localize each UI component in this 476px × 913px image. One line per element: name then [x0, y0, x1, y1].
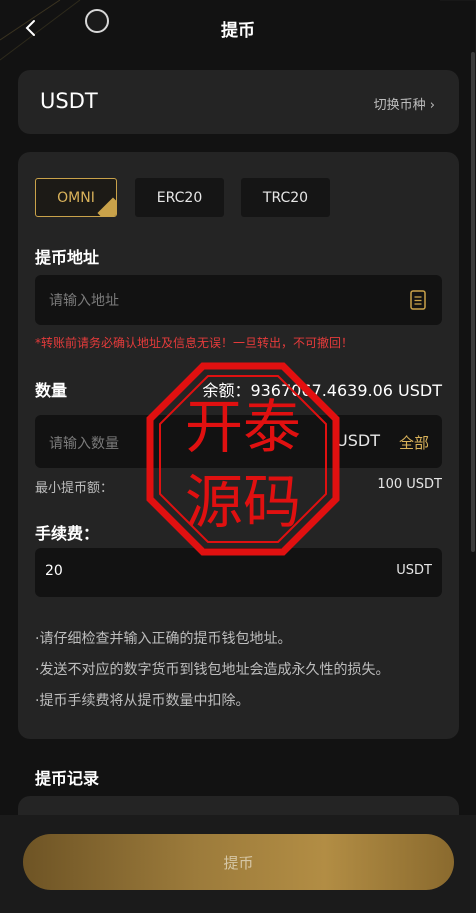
fee-field: 20 USDT: [35, 548, 442, 597]
min-withdraw-label: 最小提币额：: [35, 481, 114, 496]
address-input[interactable]: 请输入地址: [35, 275, 442, 325]
coin-name: USDT: [40, 89, 98, 113]
network-trc20-button[interactable]: TRC20: [241, 178, 330, 217]
network-erc20-label: ERC20: [156, 189, 203, 206]
fee-unit: USDT: [396, 563, 432, 578]
submit-label: 提币: [223, 853, 254, 872]
records-title: 提币记录: [35, 769, 100, 788]
address-book-icon[interactable]: [410, 290, 426, 310]
network-erc20-button[interactable]: ERC20: [135, 178, 224, 217]
network-omni-label: OMNI: [57, 189, 95, 206]
network-trc20-label: TRC20: [262, 189, 309, 206]
amount-unit: USDT: [336, 431, 380, 450]
withdraw-form-card: OMNI ERC20 TRC20 提币地址 请输入地址 *转账前请务必确认地址及…: [18, 152, 459, 739]
all-button[interactable]: 全部: [399, 432, 429, 453]
address-placeholder: 请输入地址: [49, 293, 119, 309]
tip-item: ·提币手续费将从提币数量中扣除。: [35, 693, 250, 709]
min-withdraw-value: 100 USDT: [377, 477, 442, 492]
selected-check-icon: [97, 197, 116, 216]
page-title: 提币: [221, 21, 255, 41]
fee-value: 20: [45, 563, 63, 579]
switch-coin-link[interactable]: 切换币种 ›: [374, 94, 435, 113]
tip-item: ·请仔细检查并输入正确的提币钱包地址。: [35, 631, 292, 647]
amount-placeholder: 请输入数量: [49, 436, 119, 452]
fee-label: 手续费：: [35, 524, 100, 543]
amount-label: 数量: [35, 381, 68, 400]
tip-item: ·发送不对应的数字货币到钱包地址会造成永久性的损失。: [35, 662, 390, 678]
amount-input[interactable]: 请输入数量 USDT 全部: [35, 415, 442, 468]
address-warning: *转账前请务必确认地址及信息无误！一旦转出，不可撤回！: [35, 336, 354, 350]
balance-text: 余额：9367067.4639.06 USDT: [202, 381, 442, 400]
submit-button[interactable]: 提币: [23, 834, 454, 890]
header: 提币: [0, 0, 476, 56]
network-omni-button[interactable]: OMNI: [35, 178, 117, 217]
coin-card: USDT 切换币种 ›: [18, 70, 459, 134]
address-label: 提币地址: [35, 248, 100, 267]
scrollbar[interactable]: [471, 52, 475, 552]
